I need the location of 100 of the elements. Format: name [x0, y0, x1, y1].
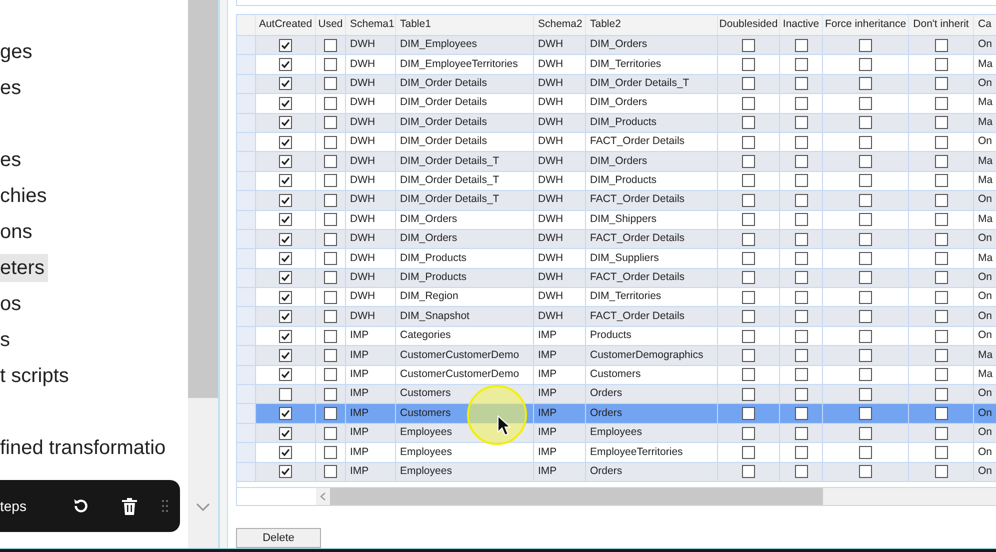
checkbox[interactable]: [324, 252, 337, 265]
checkbox[interactable]: [324, 271, 337, 284]
checkbox[interactable]: [279, 271, 292, 284]
checkbox[interactable]: [742, 290, 755, 304]
checkbox[interactable]: [279, 348, 292, 362]
table-row[interactable]: DWH DIM_Region DWH DIM_Territories On: [237, 288, 996, 308]
checkbox[interactable]: [859, 155, 872, 168]
checkbox[interactable]: [859, 330, 872, 343]
checkbox[interactable]: [324, 465, 337, 478]
checkbox[interactable]: [742, 96, 755, 110]
checkbox[interactable]: [324, 116, 337, 130]
table-row[interactable]: DWH DIM_Snapshot DWH FACT_Order Details On: [237, 307, 996, 327]
table-row[interactable]: DWH DIM_Order Details DWH DIM_Order Details_T On: [237, 74, 996, 94]
checkbox[interactable]: [794, 388, 808, 401]
checkbox[interactable]: [859, 407, 872, 420]
checkbox[interactable]: [934, 136, 948, 149]
checkbox[interactable]: [934, 174, 948, 188]
checkbox[interactable]: [324, 174, 337, 188]
checkbox[interactable]: [859, 116, 872, 130]
table-row[interactable]: DWH DIM_Products DWH DIM_Suppliers Ma: [237, 249, 996, 269]
checkbox[interactable]: [794, 426, 808, 440]
table-row[interactable]: DWH DIM_Products DWH FACT_Order Details On: [237, 268, 996, 288]
checkbox[interactable]: [934, 407, 948, 420]
checkbox[interactable]: [324, 232, 337, 246]
checkbox[interactable]: [859, 136, 872, 149]
checkbox[interactable]: [742, 77, 755, 90]
checkbox[interactable]: [859, 310, 872, 324]
table-row[interactable]: DWH DIM_Order Details DWH DIM_Orders Ma: [237, 94, 996, 114]
checkbox[interactable]: [324, 388, 337, 401]
checkbox[interactable]: [742, 465, 755, 478]
table-row[interactable]: DWH DIM_Order Details_T DWH FACT_Order Details On: [237, 191, 996, 211]
checkbox[interactable]: [279, 368, 292, 382]
checkbox[interactable]: [279, 38, 292, 52]
checkbox[interactable]: [279, 194, 292, 207]
checkbox[interactable]: [934, 290, 948, 304]
table-row[interactable]: DWH DIM_Order Details_T DWH DIM_Orders Ma: [237, 152, 996, 172]
checkbox[interactable]: [794, 368, 808, 382]
checkbox[interactable]: [324, 194, 337, 207]
column-header[interactable]: Schema1: [346, 15, 396, 35]
checkbox[interactable]: [859, 252, 872, 265]
checkbox[interactable]: [794, 155, 808, 168]
grip-icon[interactable]: [162, 500, 168, 512]
checkbox[interactable]: [794, 232, 808, 246]
checkbox[interactable]: [279, 330, 292, 343]
checkbox[interactable]: [859, 290, 872, 304]
scrollbar-thumb[interactable]: [188, 0, 218, 398]
checkbox[interactable]: [859, 77, 872, 90]
checkbox[interactable]: [859, 58, 872, 72]
checkbox[interactable]: [794, 348, 808, 362]
table-row[interactable]: DWH DIM_Order Details DWH FACT_Order Details On: [237, 132, 996, 152]
checkbox[interactable]: [934, 426, 948, 440]
checkbox[interactable]: [859, 348, 872, 362]
table-row[interactable]: DWH DIM_Orders DWH DIM_Shippers Ma: [237, 210, 996, 230]
checkbox[interactable]: [279, 407, 292, 420]
table-row[interactable]: DWH DIM_Employees DWH DIM_Orders On: [237, 36, 996, 56]
checkbox[interactable]: [934, 330, 948, 343]
table-row[interactable]: IMP Employees IMP EmployeeTerritories On: [237, 443, 996, 463]
checkbox[interactable]: [279, 96, 292, 110]
checkbox[interactable]: [742, 213, 755, 226]
checkbox[interactable]: [934, 348, 948, 362]
checkbox[interactable]: [279, 77, 292, 90]
table-row[interactable]: DWH DIM_Order Details DWH DIM_Products Ma: [237, 114, 996, 133]
column-header[interactable]: Doublesided: [718, 15, 780, 35]
checkbox[interactable]: [794, 194, 808, 207]
checkbox[interactable]: [742, 116, 755, 130]
checkbox[interactable]: [794, 77, 808, 90]
checkbox[interactable]: [279, 136, 292, 149]
sidebar-item[interactable]: eters: [0, 254, 48, 282]
checkbox[interactable]: [324, 77, 337, 90]
checkbox[interactable]: [859, 213, 872, 226]
checkbox[interactable]: [934, 310, 948, 324]
checkbox[interactable]: [279, 252, 292, 265]
checkbox[interactable]: [742, 136, 755, 149]
checkbox[interactable]: [742, 38, 755, 52]
table-row[interactable]: IMP Employees IMP Employees On: [237, 424, 996, 444]
checkbox[interactable]: [279, 58, 292, 72]
checkbox[interactable]: [742, 194, 755, 207]
checkbox[interactable]: [794, 213, 808, 226]
column-header[interactable]: Table2: [586, 15, 718, 35]
checkbox[interactable]: [859, 38, 872, 52]
checkbox[interactable]: [279, 310, 292, 324]
checkbox[interactable]: [324, 96, 337, 110]
column-header[interactable]: Force inheritance: [823, 15, 909, 35]
checkbox[interactable]: [794, 465, 808, 478]
checkbox[interactable]: [279, 116, 292, 130]
table-row[interactable]: IMP Employees IMP Orders On: [237, 462, 996, 482]
table-row[interactable]: IMP Customers IMP Orders On: [237, 404, 996, 424]
checkbox[interactable]: [859, 96, 872, 110]
checkbox[interactable]: [934, 116, 948, 130]
checkbox[interactable]: [859, 174, 872, 188]
checkbox[interactable]: [742, 252, 755, 265]
checkbox[interactable]: [794, 446, 808, 459]
checkbox[interactable]: [324, 310, 337, 324]
checkbox[interactable]: [934, 252, 948, 265]
column-header[interactable]: Don't inherit: [909, 15, 974, 35]
undo-icon[interactable]: [72, 497, 90, 515]
checkbox[interactable]: [279, 465, 292, 478]
checkbox[interactable]: [794, 174, 808, 188]
checkbox[interactable]: [324, 155, 337, 168]
column-header[interactable]: AutCreated: [256, 15, 316, 35]
